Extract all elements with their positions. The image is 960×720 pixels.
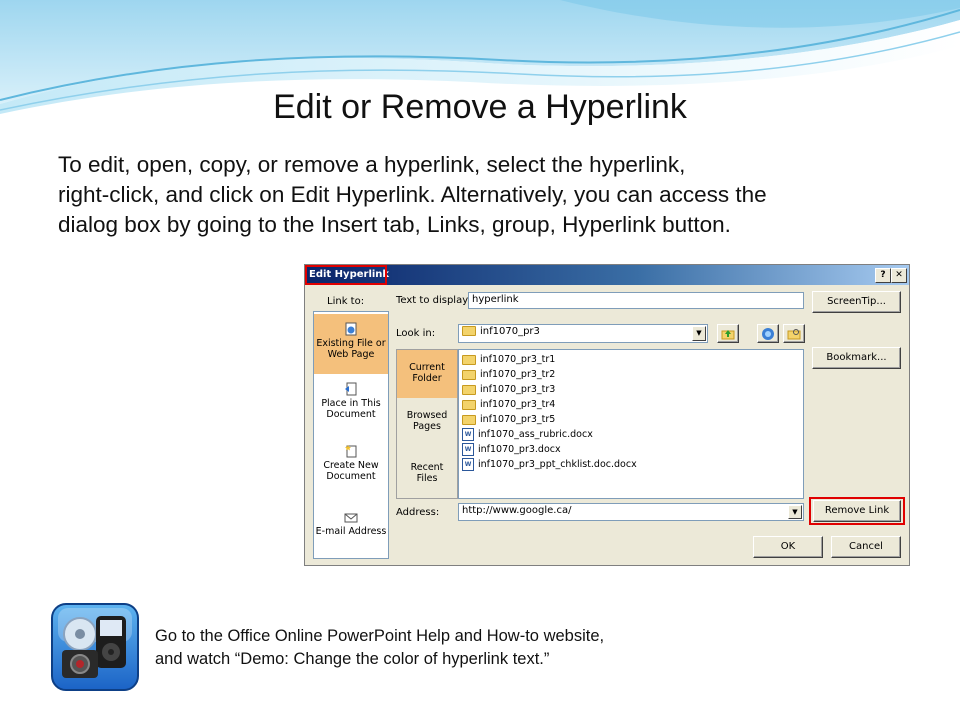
ok-button[interactable]: OK: [753, 536, 823, 558]
link-to-email-address[interactable]: E-mail Address: [314, 510, 388, 537]
address-label: Address:: [396, 507, 440, 518]
folder-icon: [462, 414, 476, 425]
help-button[interactable]: ?: [875, 268, 891, 283]
look-in-value: inf1070_pr3: [480, 326, 540, 337]
text-to-display-label: Text to display:: [396, 295, 471, 306]
list-item[interactable]: Winf1070_pr3.docx: [462, 442, 561, 457]
dialog-titlebar: Edit Hyperlink ? ✕: [305, 265, 909, 285]
list-item[interactable]: inf1070_pr3_tr3: [462, 382, 555, 397]
footer-line: and watch “Demo: Change the color of hyp…: [155, 650, 550, 668]
file-name: inf1070_pr3_tr2: [480, 369, 556, 380]
email-icon: [344, 513, 358, 523]
browse-file-icon: [787, 329, 801, 340]
tab-current-folder[interactable]: Current Folder: [397, 350, 457, 398]
link-to-place-in-document[interactable]: Place in This Document: [314, 382, 388, 420]
media-devices-icon: [51, 603, 139, 691]
tab-label-line: Pages: [413, 421, 441, 432]
address-input[interactable]: http://www.google.ca/ ▼: [458, 503, 804, 521]
footer-text: Go to the Office Online PowerPoint Help …: [155, 625, 604, 671]
up-folder-icon: [721, 330, 735, 340]
remove-link-highlight-box: [809, 497, 905, 525]
folder-icon: [462, 326, 476, 336]
tab-label-line: Files: [416, 473, 438, 484]
place-in-document-icon: [345, 382, 357, 396]
tab-label-line: Folder: [412, 373, 442, 384]
link-to-label-line: E-mail Address: [315, 526, 387, 537]
screentip-button[interactable]: ScreenTip...: [812, 291, 901, 313]
browse-file-button[interactable]: [783, 324, 805, 343]
link-to-label-line: Document: [326, 471, 376, 482]
body-line: To edit, open, copy, or remove a hyperli…: [58, 152, 686, 177]
tab-recent-files[interactable]: Recent Files: [397, 462, 457, 484]
title-highlight-box: [305, 265, 387, 285]
help-icon: ?: [880, 270, 886, 280]
link-to-label-line: Existing File or: [316, 338, 386, 349]
browse-web-icon: [762, 328, 774, 340]
close-button[interactable]: ✕: [891, 268, 907, 283]
link-to-bar: Existing File or Web Page Place in This …: [313, 311, 389, 559]
word-document-icon: W: [462, 458, 474, 471]
word-document-icon: W: [462, 443, 474, 456]
file-name: inf1070_pr3_tr5: [480, 414, 556, 425]
link-to-label-line: Web Page: [327, 349, 375, 360]
file-name: inf1070_pr3_tr4: [480, 399, 556, 410]
edit-hyperlink-dialog: Edit Hyperlink ? ✕ Link to: Existing Fil…: [304, 264, 910, 566]
file-list: inf1070_pr3_tr1 inf1070_pr3_tr2 inf1070_…: [458, 349, 804, 499]
body-line: right-click, and click on Edit Hyperlink…: [58, 182, 767, 207]
folder-icon: [462, 354, 476, 365]
tab-label-line: Browsed: [406, 410, 448, 421]
close-icon: ✕: [895, 270, 903, 280]
look-in-select[interactable]: inf1070_pr3 ▼: [458, 324, 708, 343]
file-name: inf1070_ass_rubric.docx: [478, 429, 593, 440]
folder-icon: [462, 384, 476, 395]
bookmark-button[interactable]: Bookmark...: [812, 347, 901, 369]
browse-web-button[interactable]: [757, 324, 779, 343]
chevron-down-icon[interactable]: ▼: [788, 505, 802, 519]
text-to-display-input[interactable]: hyperlink: [468, 292, 804, 309]
up-folder-button[interactable]: [717, 324, 739, 343]
list-item[interactable]: Winf1070_pr3_ppt_chklist.doc.docx: [462, 457, 637, 472]
file-name: inf1070_pr3_tr3: [480, 384, 556, 395]
folder-icon: [462, 369, 476, 380]
link-to-existing-file[interactable]: Existing File or Web Page: [314, 314, 388, 374]
file-name: inf1070_pr3.docx: [478, 444, 561, 455]
tab-label-line: Recent: [410, 462, 444, 473]
list-item[interactable]: inf1070_pr3_tr4: [462, 397, 555, 412]
list-item[interactable]: Winf1070_ass_rubric.docx: [462, 427, 593, 442]
tab-label-line: Current: [409, 362, 445, 373]
list-item[interactable]: inf1070_pr3_tr1: [462, 352, 555, 367]
address-value: http://www.google.ca/: [462, 505, 572, 516]
link-to-label-line: Document: [326, 409, 376, 420]
tab-browsed-pages[interactable]: Browsed Pages: [397, 410, 457, 432]
link-to-label-line: Place in This: [321, 398, 381, 409]
look-in-tabs: Current Folder Browsed Pages Recent File…: [396, 349, 458, 499]
new-document-icon: [345, 445, 357, 458]
look-in-label: Look in:: [396, 328, 436, 339]
slide-body: To edit, open, copy, or remove a hyperli…: [58, 150, 938, 240]
list-item[interactable]: inf1070_pr3_tr2: [462, 367, 555, 382]
word-document-icon: W: [462, 428, 474, 441]
link-to-label: Link to:: [327, 296, 365, 307]
body-line: dialog box by going to the Insert tab, L…: [58, 212, 731, 237]
link-to-label-line: Create New: [323, 460, 379, 471]
file-name: inf1070_pr3_ppt_chklist.doc.docx: [478, 459, 637, 470]
globe-file-icon: [345, 322, 357, 336]
link-to-create-new-document[interactable]: Create New Document: [314, 444, 388, 482]
folder-icon: [462, 399, 476, 410]
chevron-down-icon[interactable]: ▼: [692, 326, 706, 341]
footer-line: Go to the Office Online PowerPoint Help …: [155, 627, 605, 645]
list-item[interactable]: inf1070_pr3_tr5: [462, 412, 555, 427]
slide-title: Edit or Remove a Hyperlink: [273, 88, 687, 126]
cancel-button[interactable]: Cancel: [831, 536, 901, 558]
file-name: inf1070_pr3_tr1: [480, 354, 556, 365]
